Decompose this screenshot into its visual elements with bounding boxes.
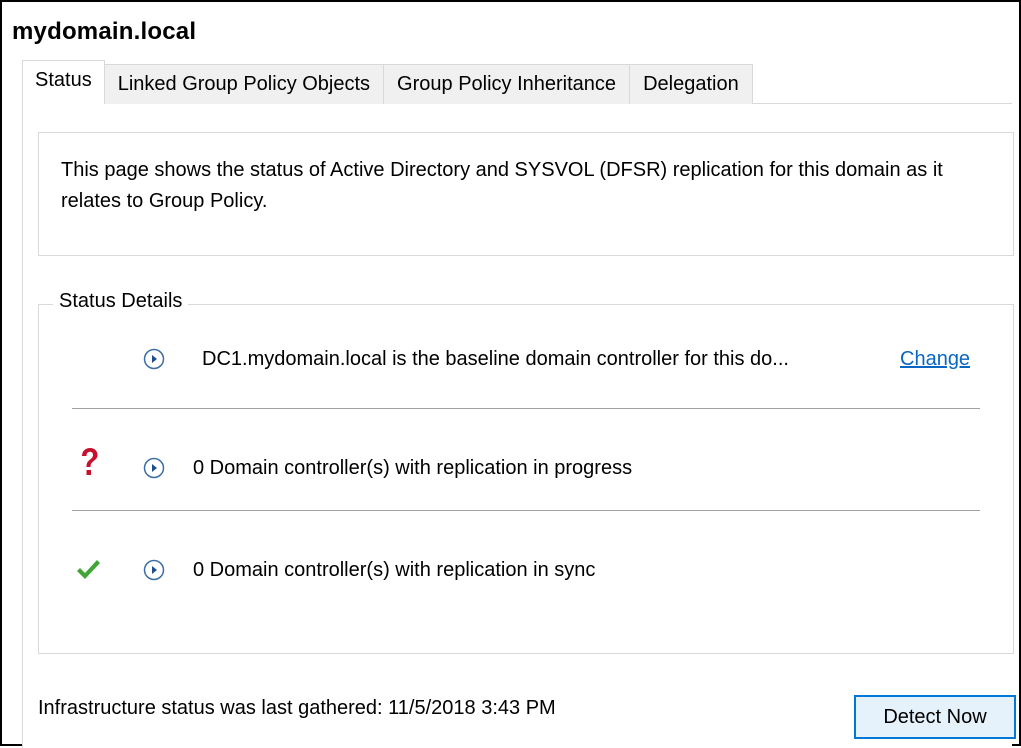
status-details-legend: Status Details	[53, 290, 189, 313]
description-text: This page shows the status of Active Dir…	[61, 159, 943, 212]
separator-1	[72, 408, 980, 409]
tab-strip: Status Linked Group Policy Objects Group…	[22, 60, 753, 104]
last-gathered-text: Infrastructure status was last gathered:…	[38, 697, 556, 719]
expand-in-progress-icon[interactable]	[143, 457, 165, 479]
tab-status[interactable]: Status	[22, 60, 105, 104]
change-baseline-link[interactable]: Change	[900, 348, 970, 371]
tab-group-policy-inheritance[interactable]: Group Policy Inheritance	[384, 64, 631, 104]
checkmark-icon	[77, 560, 100, 579]
separator-2	[72, 510, 980, 511]
expand-baseline-icon[interactable]	[143, 348, 165, 370]
in-sync-text: 0 Domain controller(s) with replication …	[193, 559, 596, 581]
domain-title: mydomain.local	[12, 18, 197, 45]
in-progress-text: 0 Domain controller(s) with replication …	[193, 457, 633, 479]
expand-in-sync-icon[interactable]	[143, 559, 165, 581]
question-mark-icon	[82, 448, 98, 475]
tab-linked-group-policy-objects[interactable]: Linked Group Policy Objects	[104, 64, 385, 104]
description-box: This page shows the status of Active Dir…	[38, 132, 1014, 256]
gpmc-status-window: mydomain.local Status Linked Group Polic…	[0, 0, 1021, 748]
status-details-group: Status Details DC1.mydomain.local is the…	[38, 290, 1014, 654]
tab-delegation[interactable]: Delegation	[630, 64, 753, 104]
detect-now-button[interactable]: Detect Now	[854, 695, 1016, 739]
baseline-dc-text: DC1.mydomain.local is the baseline domai…	[202, 348, 789, 370]
